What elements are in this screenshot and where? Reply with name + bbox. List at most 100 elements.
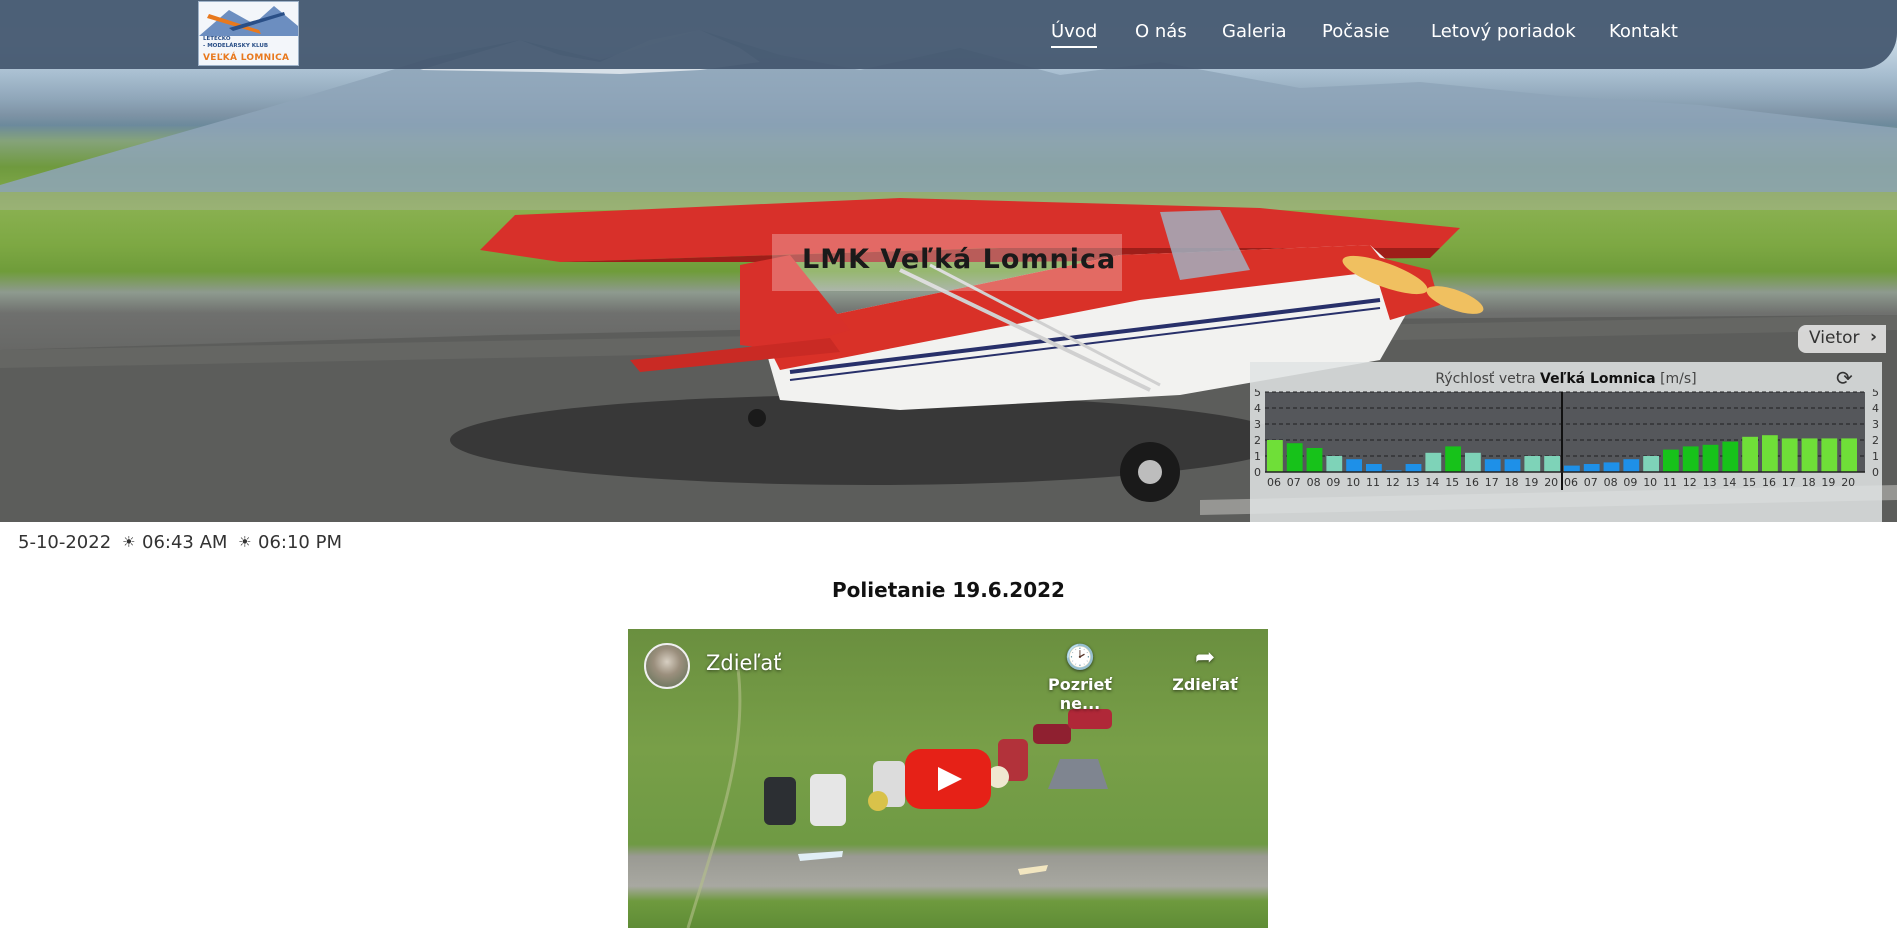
wind-bar-day1	[1504, 459, 1521, 472]
wind-hour-label-day1: 18	[1505, 476, 1519, 489]
wind-bar-day1	[1346, 459, 1362, 472]
clock-icon: 🕑	[1065, 643, 1095, 671]
wind-y-tick-left: 5	[1254, 389, 1261, 399]
nav-item-kontakt[interactable]: Kontakt	[1609, 18, 1678, 46]
share-label: Zdieľať	[1172, 675, 1238, 694]
wind-y-tick-right: 0	[1872, 466, 1879, 479]
wind-bar-day2	[1722, 441, 1739, 472]
site-title-box: LMK Veľká Lomnica	[772, 234, 1122, 291]
nav-item-letovy-poriadok[interactable]: Letový poriadok	[1431, 18, 1576, 46]
wind-hour-label-day1: 09	[1326, 476, 1340, 489]
wind-widget: Rýchlosť vetra Veľká Lomnica [m/s] ⟳ 5 5 4…	[1250, 362, 1882, 522]
sunrise-time: 06:43 AM	[142, 532, 228, 553]
wind-hour-label-day2: 12	[1683, 476, 1697, 489]
wind-y-tick-right: 2	[1872, 434, 1879, 447]
sunset-time: 06:10 PM	[258, 532, 342, 553]
share-button[interactable]: ➦ Zdieľať	[1158, 643, 1252, 703]
main-navigation: Úvod O nás Galeria Počasie Letový poriad…	[0, 18, 1897, 48]
wind-hour-label-day1: 12	[1386, 476, 1400, 489]
wind-y-tick-right: 4	[1872, 402, 1879, 415]
wind-hour-label-day2: 09	[1623, 476, 1637, 489]
wind-bar-day1	[1484, 459, 1501, 472]
wind-hour-label-day1: 06	[1267, 476, 1281, 489]
wind-hour-label-day1: 08	[1307, 476, 1321, 489]
wind-hour-label-day2: 10	[1643, 476, 1657, 489]
wind-bar-day2	[1663, 449, 1679, 472]
wind-bar-day2	[1801, 438, 1818, 472]
watch-later-label: Pozrieť ne...	[1048, 675, 1112, 713]
wind-bar-day2	[1583, 464, 1600, 472]
wind-hour-label-day1: 15	[1445, 476, 1459, 489]
watch-later-button[interactable]: 🕑 Pozrieť ne...	[1033, 643, 1127, 713]
wind-bar-day1	[1465, 452, 1481, 472]
wind-chart: 5 54 43 32 21 10 006 07 08 09 10 11 12 13 14 15 16 17 18 19…	[1254, 389, 1879, 490]
wind-hour-label-day1: 19	[1524, 476, 1538, 489]
wind-y-tick-left: 3	[1254, 418, 1261, 431]
sunset-icon: ☀	[238, 533, 252, 551]
wind-bar-day1	[1326, 456, 1343, 472]
wind-y-tick-left: 1	[1254, 450, 1261, 463]
wind-hour-label-day2: 17	[1782, 476, 1796, 489]
nav-item-galeria[interactable]: Galeria	[1222, 18, 1287, 46]
wind-hour-label-day2: 13	[1703, 476, 1717, 489]
nav-item-uvod[interactable]: Úvod	[1051, 18, 1098, 48]
wind-caption-prefix: Rýchlosť vetra	[1435, 371, 1536, 387]
wind-bar-day2	[1682, 446, 1699, 472]
wind-tab-button[interactable]: Vietor ›	[1798, 325, 1886, 353]
chevron-right-icon: ›	[1870, 327, 1878, 347]
sunrise-icon: ☀	[122, 533, 136, 551]
wind-bar-day1	[1425, 452, 1442, 472]
wind-y-tick-left: 0	[1254, 466, 1261, 479]
wind-hour-label-day2: 18	[1802, 476, 1816, 489]
wind-bar-day2	[1841, 438, 1857, 472]
wind-hour-label-day2: 20	[1841, 476, 1855, 489]
wind-bar-day1	[1405, 464, 1422, 472]
logo-line-3: VEĽKÁ LOMNICA	[203, 53, 290, 63]
wind-y-tick-right: 1	[1872, 450, 1879, 463]
wind-bar-day2	[1821, 438, 1838, 472]
wind-hour-label-day2: 06	[1564, 476, 1578, 489]
wind-bar-day1	[1445, 446, 1461, 472]
wind-bar-day2	[1781, 438, 1798, 472]
wind-hour-label-day1: 20	[1544, 476, 1558, 489]
nav-item-o-nas[interactable]: O nás	[1135, 18, 1187, 46]
wind-hour-label-day1: 16	[1465, 476, 1479, 489]
refresh-icon[interactable]: ⟳	[1836, 366, 1853, 390]
wind-bar-day1	[1366, 464, 1382, 472]
wind-bar-day2	[1643, 456, 1659, 472]
wind-hour-label-day1: 11	[1366, 476, 1380, 489]
wind-caption-place: Veľká Lomnica	[1540, 371, 1656, 387]
wind-caption: Rýchlosť vetra Veľká Lomnica [m/s]	[1250, 371, 1882, 387]
wind-hour-label-day1: 07	[1287, 476, 1301, 489]
wind-hour-label-day2: 19	[1821, 476, 1835, 489]
nav-item-pocasie[interactable]: Počasie	[1322, 18, 1390, 46]
top-navbar: LETECKO - MODELÁRSKY KLUB VEĽKÁ LOMNICA …	[0, 0, 1897, 69]
wind-hour-label-day2: 11	[1663, 476, 1677, 489]
video-embed[interactable]: Zdieľať 🕑 Pozrieť ne... ➦ Zdieľať	[628, 629, 1268, 928]
wind-hour-label-day1: 14	[1425, 476, 1439, 489]
wind-y-tick-right: 5	[1872, 389, 1879, 399]
wind-bar-day2	[1623, 459, 1640, 472]
wind-hour-label-day1: 10	[1346, 476, 1360, 489]
wind-bar-day2	[1564, 465, 1580, 472]
wind-caption-unit: [m/s]	[1660, 371, 1697, 387]
video-title[interactable]: Zdieľať	[706, 651, 781, 675]
wind-hour-label-day2: 16	[1762, 476, 1776, 489]
wind-tab-label: Vietor	[1809, 328, 1860, 348]
wind-bar-day1	[1286, 443, 1303, 472]
wind-y-tick-left: 2	[1254, 434, 1261, 447]
wind-bar-day1	[1524, 456, 1541, 472]
wind-bar-day2	[1742, 436, 1758, 472]
wind-bar-day1	[1267, 440, 1283, 472]
post-title: Polietanie 19.6.2022	[832, 578, 1065, 602]
wind-hour-label-day1: 13	[1406, 476, 1420, 489]
wind-hour-label-day2: 14	[1722, 476, 1736, 489]
channel-avatar[interactable]	[644, 643, 690, 689]
wind-hour-label-day1: 17	[1485, 476, 1499, 489]
wind-bar-day1	[1306, 448, 1323, 472]
site-title: LMK Veľká Lomnica	[802, 244, 1117, 275]
wind-hour-label-day2: 08	[1604, 476, 1618, 489]
share-arrow-icon: ➦	[1194, 643, 1216, 671]
wind-bar-day1	[1544, 456, 1560, 472]
play-button[interactable]	[905, 749, 991, 809]
